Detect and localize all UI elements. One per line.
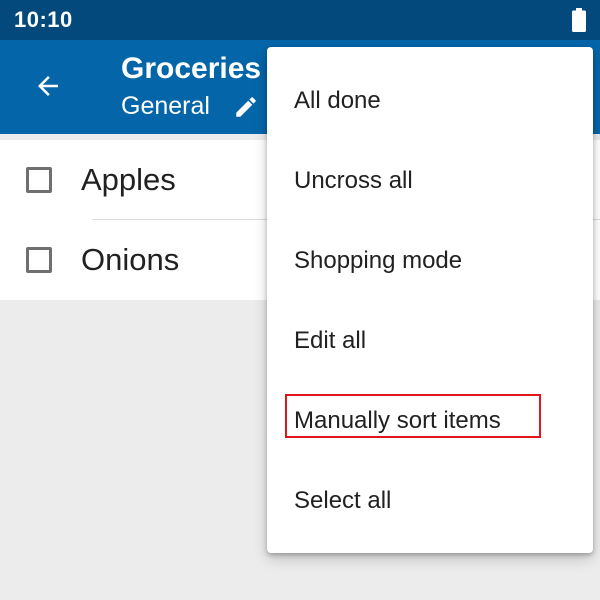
menu-item-label: Manually sort items: [294, 407, 501, 434]
item-checkbox[interactable]: [26, 247, 52, 273]
menu-item-label: All done: [294, 87, 381, 114]
menu-item-select-all[interactable]: Select all: [267, 463, 593, 543]
menu-item-all-done[interactable]: All done: [267, 63, 593, 143]
menu-item-label: Shopping mode: [294, 247, 463, 274]
pencil-icon: [236, 97, 256, 117]
status-time: 10:10: [14, 7, 73, 32]
item-label: Apples: [81, 162, 176, 197]
back-button[interactable]: [22, 60, 74, 112]
menu-item-edit-all[interactable]: Edit all: [267, 303, 593, 383]
list-title: Groceries: [121, 52, 262, 85]
item-checkbox[interactable]: [26, 167, 52, 193]
battery-full-icon: [572, 8, 586, 32]
menu-item-label: Select all: [294, 487, 392, 514]
menu-item-label: Uncross all: [294, 167, 413, 194]
list-category[interactable]: General: [121, 92, 210, 121]
menu-item-manually-sort-items[interactable]: Manually sort items: [267, 383, 593, 463]
item-label: Onions: [81, 242, 180, 277]
status-bar: 10:10: [0, 0, 600, 40]
edit-list-button[interactable]: [231, 92, 261, 122]
overflow-menu: All done Uncross all Shopping mode Edit …: [267, 47, 593, 553]
menu-item-uncross-all[interactable]: Uncross all: [267, 143, 593, 223]
menu-item-shopping-mode[interactable]: Shopping mode: [267, 223, 593, 303]
arrow-back-icon: [38, 76, 58, 96]
menu-item-label: Edit all: [294, 327, 367, 354]
